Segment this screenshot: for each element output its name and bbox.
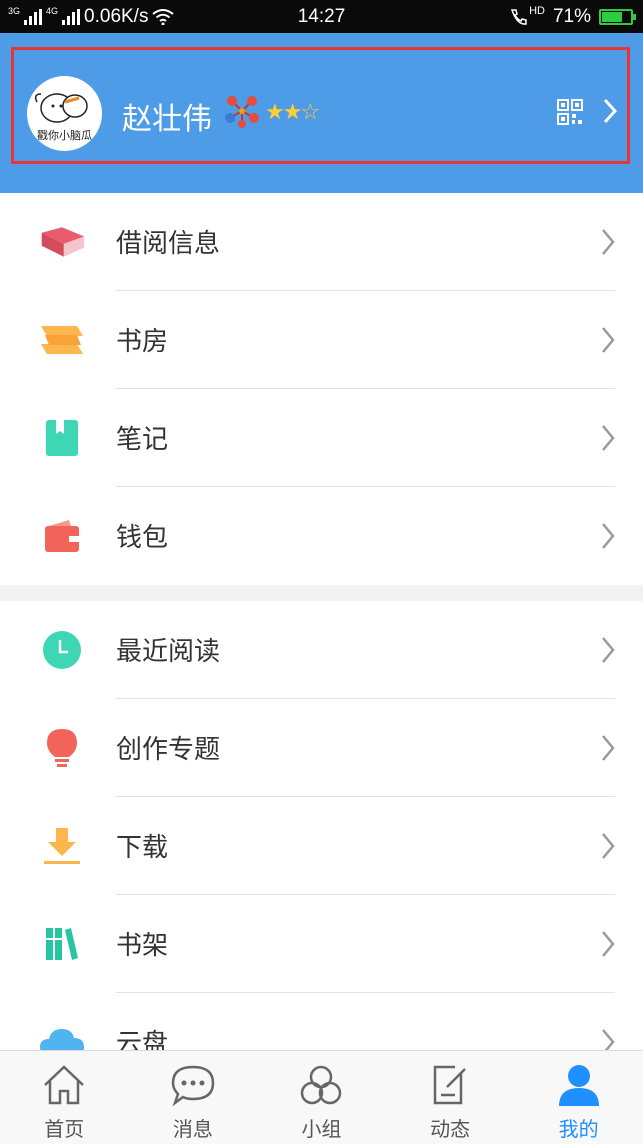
menu-item-label: 最近阅读 xyxy=(116,637,221,667)
menu-item-label: 笔记 xyxy=(116,425,169,455)
message-icon xyxy=(171,1065,215,1107)
menu-item-creative-topics[interactable]: 创作专题 xyxy=(0,699,643,797)
feed-icon xyxy=(433,1065,466,1105)
menu-item-label: 云盘 xyxy=(116,1029,169,1050)
tab-label: 我的 xyxy=(558,1117,599,1141)
menu-item-wallet[interactable]: 钱包 xyxy=(0,487,643,585)
chevron-right-icon xyxy=(602,229,615,255)
menu-group-account: 借阅信息 书房 笔记 钱包 xyxy=(0,193,643,585)
profile-header: 戳你小脑瓜 赵壮伟 ★★☆ xyxy=(0,33,643,193)
clock-icon xyxy=(38,629,86,671)
chevron-right-icon xyxy=(602,833,615,859)
menu-item-label: 书房 xyxy=(116,327,169,357)
menu-group-content: 最近阅读 创作专题 下载 书架 云盘 xyxy=(0,601,643,1050)
me-icon xyxy=(558,1065,599,1106)
status-bar: 3G 4G 0.06K/s 14:27 HD 71% xyxy=(0,0,643,33)
menu-item-download[interactable]: 下载 xyxy=(0,797,643,895)
qr-code-icon[interactable] xyxy=(557,99,583,125)
study-icon xyxy=(38,319,86,361)
chevron-right-icon xyxy=(602,931,615,957)
star-rating: ★★☆ xyxy=(265,100,320,125)
tab-label: 消息 xyxy=(172,1117,213,1141)
menu-item-label: 书架 xyxy=(116,931,169,961)
menu-item-study[interactable]: 书房 xyxy=(0,291,643,389)
tab-label: 首页 xyxy=(44,1117,85,1141)
wallet-icon xyxy=(38,515,86,557)
level-badge-icon xyxy=(225,96,259,128)
call-icon xyxy=(511,9,527,25)
cloud-icon xyxy=(38,1021,86,1050)
chevron-right-icon xyxy=(602,425,615,451)
avatar-caption: 戳你小脑瓜 xyxy=(37,129,92,142)
menu-item-recent-reading[interactable]: 最近阅读 xyxy=(0,601,643,699)
chevron-right-icon xyxy=(602,1029,615,1050)
menu-item-label: 下载 xyxy=(116,833,169,863)
tab-messages[interactable]: 消息 xyxy=(129,1051,258,1144)
tab-feed[interactable]: 动态 xyxy=(386,1051,515,1144)
tab-label: 动态 xyxy=(430,1117,471,1141)
chevron-right-icon[interactable] xyxy=(602,97,618,125)
menu-item-cloud-drive[interactable]: 云盘 xyxy=(0,993,643,1050)
chevron-right-icon xyxy=(602,735,615,761)
avatar[interactable]: 戳你小脑瓜 xyxy=(27,76,102,151)
menu-item-label: 借阅信息 xyxy=(116,229,221,259)
menu-item-label: 创作专题 xyxy=(116,735,221,765)
tab-home[interactable]: 首页 xyxy=(0,1051,129,1144)
group-icon xyxy=(301,1065,342,1105)
battery-icon xyxy=(599,9,636,25)
chevron-right-icon xyxy=(602,637,615,663)
hd-label: HD xyxy=(529,5,545,17)
tab-groups[interactable]: 小组 xyxy=(257,1051,386,1144)
book-icon xyxy=(38,221,86,263)
bookshelf-icon xyxy=(38,923,86,965)
menu-item-bookshelf[interactable]: 书架 xyxy=(0,895,643,993)
menu-item-label: 钱包 xyxy=(116,523,169,553)
lightbulb-icon xyxy=(38,727,86,769)
profile-card[interactable]: 戳你小脑瓜 赵壮伟 ★★☆ xyxy=(11,47,630,164)
chevron-right-icon xyxy=(602,523,615,549)
tab-me[interactable]: 我的 xyxy=(514,1051,643,1144)
battery-percent: 71% xyxy=(552,6,591,27)
download-icon xyxy=(38,825,86,867)
home-icon xyxy=(44,1065,85,1105)
chevron-right-icon xyxy=(602,327,615,353)
bottom-tab-bar: 首页 消息 小组 动态 我的 xyxy=(0,1050,643,1144)
tab-label: 小组 xyxy=(301,1117,342,1141)
menu-item-notes[interactable]: 笔记 xyxy=(0,389,643,487)
note-icon xyxy=(38,417,86,459)
menu-item-borrow-info[interactable]: 借阅信息 xyxy=(0,193,643,291)
user-name: 赵壮伟 xyxy=(122,102,212,137)
